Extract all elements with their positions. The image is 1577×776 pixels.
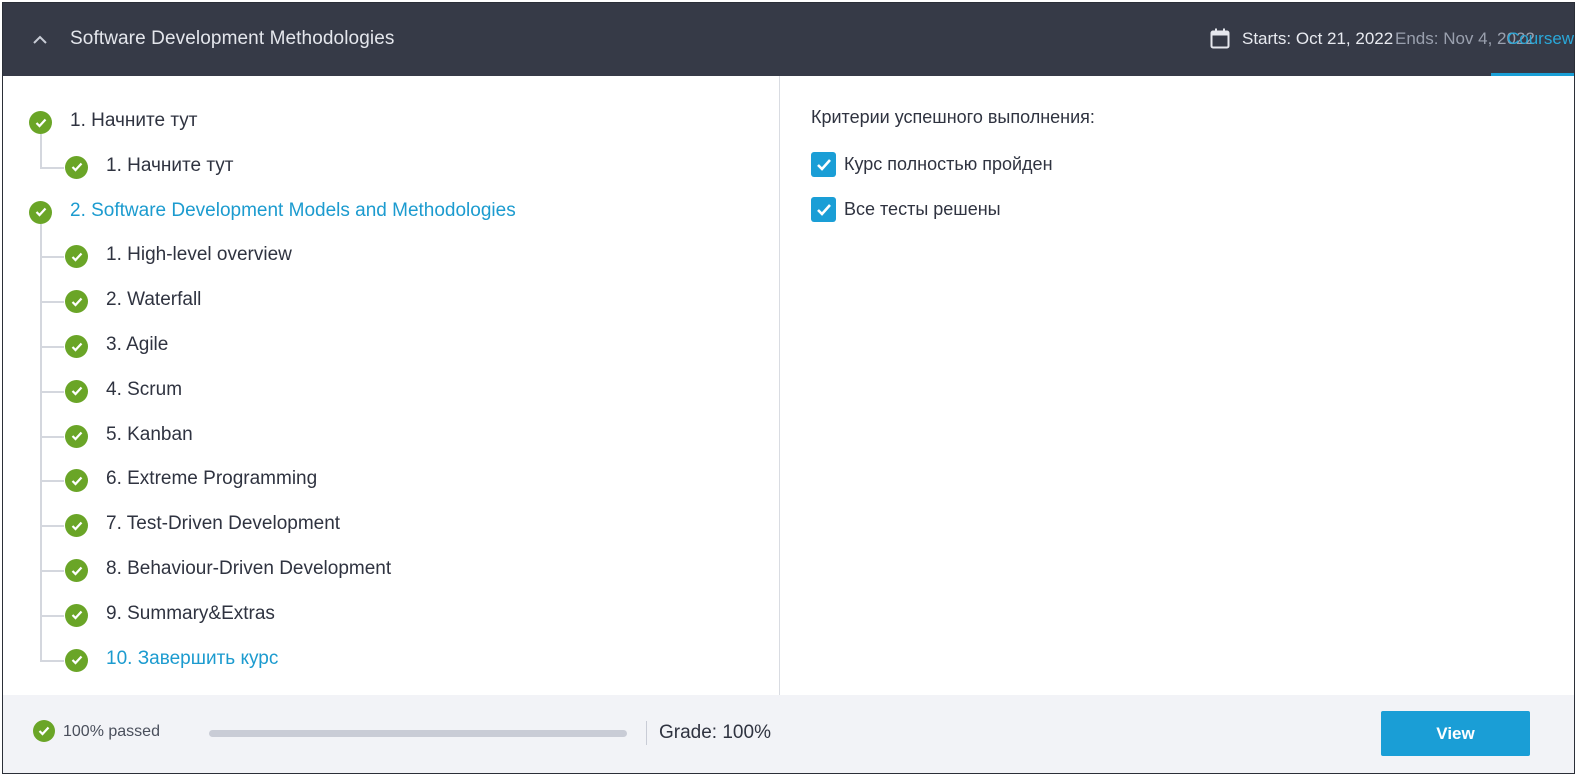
criteria-label: Все тесты решены bbox=[844, 199, 1001, 219]
outline-item-label: 7. Test-Driven Development bbox=[106, 513, 341, 535]
outline-item-label: 9. Summary&Extras bbox=[106, 602, 275, 624]
outline-item-label: 4. Scrum bbox=[106, 378, 183, 400]
outline-item-label: 8. Behaviour-Driven Development bbox=[106, 558, 392, 579]
tree-branch-line bbox=[40, 570, 64, 572]
tree-branch-line bbox=[40, 256, 64, 259]
complete-check-icon bbox=[65, 290, 88, 314]
criteria-title: Критерии успешного выполнения: bbox=[811, 107, 1095, 127]
complete-check-icon bbox=[65, 155, 88, 179]
start-date: Starts: Oct 21, 2022 bbox=[1242, 29, 1394, 48]
tree-branch-line bbox=[40, 435, 64, 438]
criteria-label: Курс полностью пройден bbox=[844, 154, 1053, 174]
complete-check-icon bbox=[65, 559, 88, 582]
complete-check-icon bbox=[65, 603, 88, 627]
divider bbox=[646, 721, 647, 745]
complete-check-icon bbox=[65, 424, 88, 448]
course-header: Software Development Methodologies Start… bbox=[3, 3, 1574, 76]
outline-item-label: 6. Extreme Programming bbox=[106, 468, 318, 490]
course-card: Software Development Methodologies Start… bbox=[2, 2, 1575, 774]
passed-status: 100% passed bbox=[63, 723, 160, 740]
outline-item-label: 1. Начните тут bbox=[106, 154, 234, 176]
tree-guide-line bbox=[40, 134, 42, 167]
tree-branch-line bbox=[40, 390, 64, 393]
criteria-checkbox-course-complete[interactable] bbox=[811, 152, 836, 177]
calendar-icon bbox=[1210, 28, 1230, 49]
complete-check-icon bbox=[65, 245, 88, 269]
criteria-checkbox-tests-solved[interactable] bbox=[811, 197, 836, 222]
outline-item-label: 10. Завершить курс bbox=[106, 647, 279, 669]
progress-fill bbox=[209, 730, 627, 737]
outline-item-label: 2. Software Development Models and Metho… bbox=[70, 199, 516, 221]
complete-check-icon bbox=[65, 379, 88, 403]
collapse-button[interactable] bbox=[27, 27, 53, 53]
progress-bar bbox=[209, 730, 627, 737]
complete-check-icon bbox=[29, 111, 52, 134]
complete-check-icon bbox=[29, 200, 52, 224]
outline-tree: 1. Начните тут 1. Начните тут 2. Software … bbox=[3, 76, 780, 695]
complete-check-icon bbox=[65, 335, 88, 358]
checkmark-icon bbox=[816, 158, 831, 171]
chevron-up-icon bbox=[33, 35, 47, 44]
passed-check-icon bbox=[33, 720, 55, 742]
outline-item-label: 5. Kanban bbox=[106, 423, 193, 445]
grade: Grade: 100% bbox=[659, 722, 771, 743]
tree-guide-line bbox=[40, 223, 42, 660]
view-button[interactable]: View bbox=[1381, 711, 1530, 756]
course-footer: 100% passed Grade: 100% View bbox=[3, 695, 1574, 773]
tree-branch-line bbox=[40, 614, 64, 617]
course-title: Software Development Methodologies bbox=[70, 28, 395, 49]
complete-check-icon bbox=[65, 648, 88, 672]
tree-branch-line bbox=[40, 166, 64, 169]
tree-branch-line bbox=[40, 346, 64, 348]
tab-coursework[interactable]: Coursew bbox=[1507, 29, 1574, 49]
tree-branch-line bbox=[40, 659, 64, 662]
tab-active-indicator bbox=[1491, 73, 1574, 76]
outline-item-label: 2. Waterfall bbox=[106, 289, 202, 311]
complete-check-icon bbox=[65, 469, 88, 493]
outline-item-label: 3. Agile bbox=[106, 334, 169, 355]
outline-item-label: 1. Начните тут bbox=[70, 110, 198, 131]
complete-check-icon bbox=[65, 514, 88, 538]
tree-branch-line bbox=[40, 301, 64, 304]
checkmark-icon bbox=[816, 203, 831, 216]
tree-branch-line bbox=[40, 480, 64, 483]
outline-item-label: 1. High-level overview bbox=[106, 244, 292, 266]
tree-branch-line bbox=[40, 525, 64, 528]
